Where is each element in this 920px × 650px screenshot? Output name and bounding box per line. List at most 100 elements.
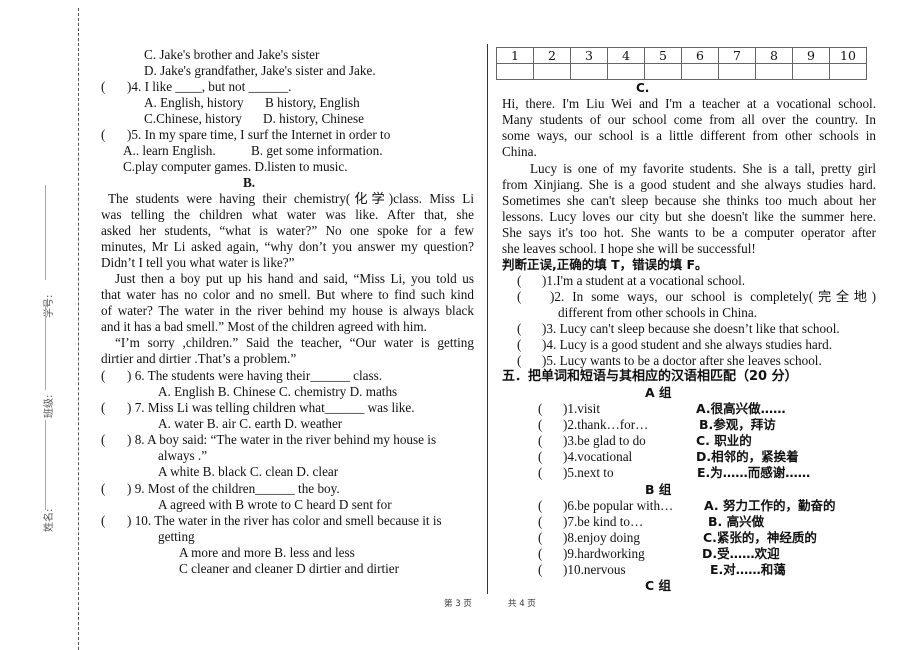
name-blank [45,420,46,510]
match-chinese: E.为……而感谢…… [697,465,811,480]
group-b-heading: B 组 [645,482,672,497]
question-options: A. English B. Chinese C. chemistry D. ma… [158,384,398,399]
passage-line: minutes, Mr Li asked again, “why don’t y… [101,239,474,254]
answer-paren[interactable]: ( [538,417,542,433]
option-d: D. history, Chinese [263,111,364,126]
answer-table-header: 4 [607,47,645,64]
answer-paren[interactable]: ( [101,127,105,143]
question-stem: )5. In my spare time, I surf the Interne… [127,127,391,142]
answer-table-header: 9 [792,47,830,64]
answer-paren[interactable]: ( [538,562,542,578]
passage-line: from Xinjiang. She is a good student and… [502,177,876,192]
answer-paren[interactable]: ( [538,498,542,514]
match-chinese: B.参观，拜访 [699,417,776,432]
option-a: A. English, history [144,95,244,110]
section-c-heading: C. [636,81,650,95]
passage-line: Sometimes she can't sleep because she th… [502,193,876,208]
passage-line: some ways, our school is a little differ… [502,128,876,143]
question-options: A. water B. air C. earth D. weather [158,416,343,431]
answer-paren[interactable]: ( [538,546,542,562]
answer-cell[interactable] [681,63,719,80]
question-stem: ) 10. The water in the river has color a… [127,513,442,528]
answer-cell[interactable] [570,63,608,80]
answer-cell[interactable] [718,63,756,80]
answer-cell[interactable] [829,63,867,80]
passage-line: she leaves school. I hope she will be su… [502,241,756,256]
match-english: )6.be popular with… [563,498,674,513]
group-c-heading: C 组 [645,578,672,593]
answer-table-answer-row [496,63,867,80]
name-label: 姓名: [44,508,55,532]
section-5-title: 五．把单词和短语与其相应的汉语相匹配（20 分） [502,369,798,384]
answer-paren[interactable]: ( [517,289,521,305]
answer-paren[interactable]: ( [101,368,105,384]
answer-paren[interactable]: ( [538,401,542,417]
answer-paren[interactable]: ( [101,400,105,416]
answer-table-header: 7 [718,47,756,64]
true-false-instruction: 判断正误,正确的填 T，错误的填 F。 [502,257,708,272]
match-chinese: D.相邻的，紧挨着 [696,449,799,464]
answer-table-header: 8 [755,47,793,64]
answer-paren[interactable]: ( [517,337,521,353]
match-english: )3.be glad to do [563,433,646,448]
answer-table-header: 10 [829,47,867,64]
passage-line: of water? The water in the river behind … [101,303,474,318]
match-english: )5.next to [563,465,614,480]
student-id-blank [45,185,46,280]
passage-line: Lucy is one of my favorite students. She… [530,161,876,176]
q3-option-c: C. Jake's brother and Jake's sister [144,47,320,62]
answer-paren[interactable]: ( [517,273,521,289]
answer-cell[interactable] [607,63,645,80]
student-id-label: 学号: [44,294,55,318]
answer-paren[interactable]: ( [101,432,105,448]
answer-paren[interactable]: ( [517,321,521,337]
match-english: )4.vocational [563,449,633,464]
answer-paren[interactable]: ( [517,353,521,369]
answer-paren[interactable]: ( [101,481,105,497]
question-stem-cont: always .” [158,448,208,463]
passage-line: “I’m sorry ,children.” Said the teacher,… [115,335,474,350]
match-english: )9.hardworking [563,546,645,561]
passage-line: Many students of our school come from al… [502,112,876,127]
question-stem: ) 9. Most of the children______ the boy. [127,481,340,496]
option-cd: C.play computer games. D.listen to music… [123,159,348,174]
passage-line: was telling the children what water was … [101,207,474,222]
question-options: C cleaner and cleaner D dirtier and dirt… [179,561,400,576]
passage-line: that water has no color and no smell. Bu… [101,287,474,302]
answer-paren[interactable]: ( [101,79,105,95]
answer-paren[interactable]: ( [538,465,542,481]
passage-line: The students were having their chemistry… [108,191,474,206]
answer-paren[interactable]: ( [538,449,542,465]
match-chinese: C. 职业的 [696,433,752,448]
answer-cell[interactable] [496,63,534,80]
answer-paren[interactable]: ( [538,433,542,449]
question-stem-cont: getting [158,529,195,544]
page-number-total: 共 4 页 [508,599,536,609]
passage-line: Just then a boy put up his hand and said… [115,271,474,286]
answer-paren[interactable]: ( [538,530,542,546]
question-stem: ) 7. Miss Li was telling children what__… [127,400,415,415]
answer-cell[interactable] [755,63,793,80]
answer-cell[interactable] [644,63,682,80]
option-b: B history, English [265,95,360,110]
match-english: )2.thank…for… [563,417,649,432]
answer-table: 1 2 3 4 5 6 7 8 9 10 [496,47,867,80]
option-a: A.. learn English. [123,143,216,158]
option-b: B. get some information. [251,143,383,158]
answer-cell[interactable] [792,63,830,80]
option-c: C.Chinese, history [144,111,242,126]
question-stem: )4. I like ____, but not ______. [127,79,292,94]
answer-paren[interactable]: ( [101,513,105,529]
tf-statement: )4. Lucy is a good student and she alway… [542,337,833,352]
question-stem: ) 6. The students were having their_____… [127,368,383,383]
answer-table-header: 5 [644,47,682,64]
answer-cell[interactable] [533,63,571,80]
q3-option-d: D. Jake's grandfather, Jake's sister and… [144,63,376,78]
passage-line: dirtier and dirtier .That’s a problem.” [101,351,297,366]
answer-table-header: 1 [496,47,534,64]
question-options: A more and more B. less and less [179,545,355,560]
passage-line: and it has a bad smell.” Most of the chi… [101,319,427,334]
answer-paren[interactable]: ( [538,514,542,530]
passage-line: lessons. Lucy loves our city but she doe… [502,209,876,224]
answer-table-header: 3 [570,47,608,64]
